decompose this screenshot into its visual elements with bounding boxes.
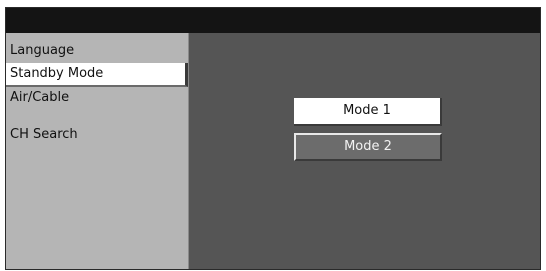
- mode-1-button[interactable]: Mode 1: [294, 98, 442, 126]
- menu-item-air-cable[interactable]: Air/Cable: [6, 86, 188, 110]
- menu-item-ch-search[interactable]: CH Search: [6, 123, 188, 147]
- title-bar: [6, 8, 540, 33]
- standby-mode-panel: Mode 1 Mode 2: [190, 33, 540, 269]
- settings-menu: Language Standby Mode Air/Cable CH Searc…: [6, 33, 189, 269]
- menu-item-standby-mode[interactable]: Standby Mode: [6, 63, 188, 87]
- mode-2-button[interactable]: Mode 2: [294, 133, 442, 161]
- menu-item-language[interactable]: Language: [6, 39, 188, 63]
- tv-settings-window: Language Standby Mode Air/Cable CH Searc…: [5, 7, 541, 270]
